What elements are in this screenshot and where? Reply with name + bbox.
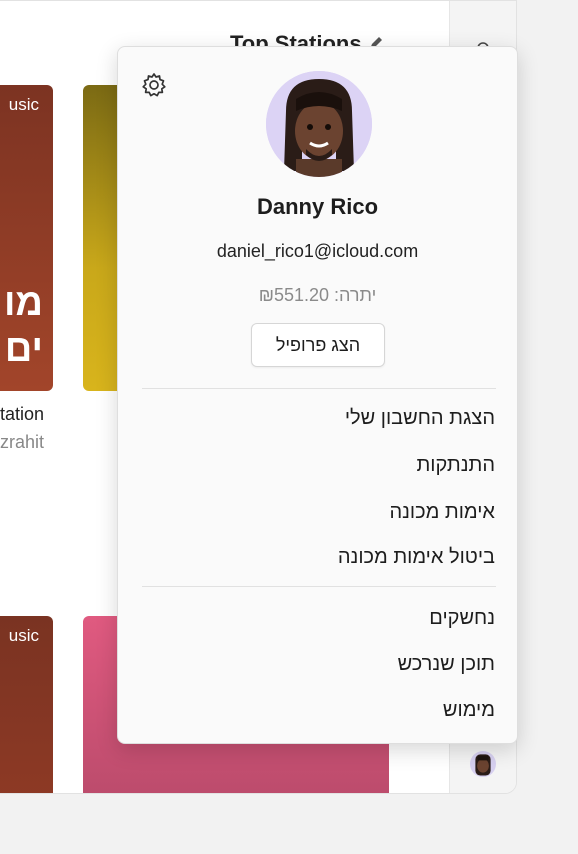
card-caption-title: tation — [0, 404, 45, 424]
station-card[interactable]: usic — [0, 616, 53, 793]
station-card[interactable]: usic מו ים — [0, 85, 53, 391]
card-tag: usic — [8, 626, 39, 645]
menu-item-view-account[interactable]: הצגת החשבון שלי — [345, 407, 495, 430]
account-balance: יתרה: ₪551.20 — [258, 285, 377, 305]
user-name: Danny Rico — [256, 194, 379, 219]
menu-item-purchased[interactable]: תוכן שנרכש — [398, 653, 495, 676]
menu-item-sign-out[interactable]: התנתקות — [416, 454, 495, 477]
menu-divider — [142, 388, 496, 389]
menu-divider — [142, 586, 496, 587]
gear-icon[interactable] — [140, 71, 168, 99]
menu-item-wishlist[interactable]: נחשקים — [429, 607, 495, 630]
view-profile-button[interactable]: הצג פרופיל — [251, 323, 385, 367]
menu-item-redeem[interactable]: מימוש — [443, 699, 495, 722]
menu-item-deauthorize-computer[interactable]: ביטול אימות מכונה — [338, 546, 495, 569]
account-menu-popup: Danny Rico daniel_rico1@icloud.com יתרה:… — [117, 46, 518, 744]
avatar-icon — [475, 754, 491, 776]
card-tag: usic — [8, 95, 39, 114]
menu-item-authorize-computer[interactable]: אימות מכונה — [389, 501, 495, 524]
card-title-line2: ים — [4, 328, 43, 370]
card-title-line1: מו — [3, 282, 43, 324]
memoji-avatar-image — [266, 71, 372, 177]
user-avatar — [266, 71, 372, 177]
account-avatar-button[interactable] — [470, 751, 496, 777]
card-caption-subtitle: zrahit — [0, 432, 45, 452]
user-email: daniel_rico1@icloud.com — [216, 241, 419, 261]
